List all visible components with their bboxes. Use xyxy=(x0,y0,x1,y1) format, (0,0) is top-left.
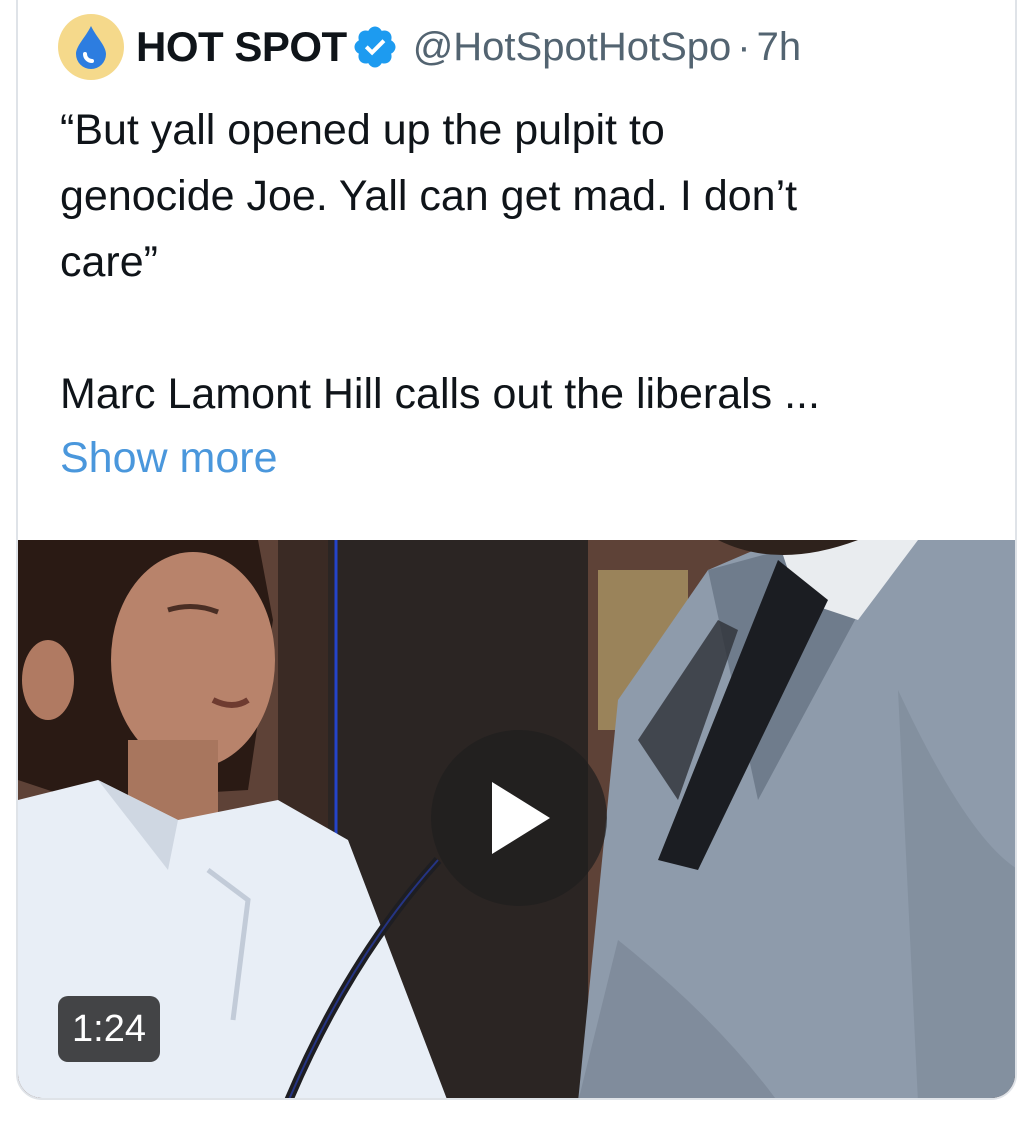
verified-badge-icon xyxy=(354,26,396,68)
avatar[interactable] xyxy=(58,14,124,80)
video-player[interactable]: 1:24 xyxy=(18,540,1015,1098)
author-name[interactable]: HOT SPOT xyxy=(136,23,347,71)
show-more-link[interactable]: Show more xyxy=(60,425,277,491)
tweet-header: HOT SPOT @HotSpotHotSpo · 7h xyxy=(58,12,801,82)
tweet-card[interactable]: HOT SPOT @HotSpotHotSpo · 7h “But yall o… xyxy=(16,0,1017,1100)
timestamp[interactable]: 7h xyxy=(757,25,802,70)
author-handle[interactable]: @HotSpotHotSpo xyxy=(413,25,732,70)
tweet-text: “But yall opened up the pulpit to genoci… xyxy=(60,106,820,418)
play-button[interactable] xyxy=(431,730,607,906)
separator-dot: · xyxy=(737,24,751,69)
video-duration-badge: 1:24 xyxy=(58,996,160,1062)
water-drop-icon xyxy=(76,26,106,69)
play-icon xyxy=(492,782,550,854)
